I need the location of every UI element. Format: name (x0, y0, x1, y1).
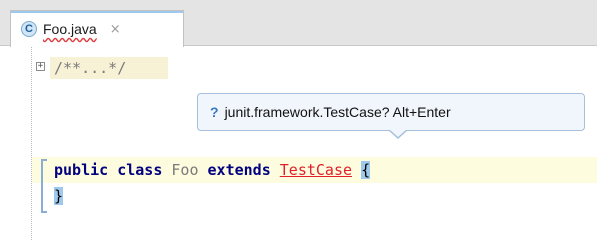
import-hint-tooltip[interactable]: ? junit.framework.TestCase? Alt+Enter (197, 93, 585, 139)
gutter-divider (31, 47, 32, 240)
folded-doc-comment[interactable]: /**...*/ (50, 57, 168, 79)
import-hint-text: junit.framework.TestCase? Alt+Enter (224, 104, 451, 120)
keyword-class: class (117, 161, 163, 179)
java-class-icon: C (21, 21, 37, 37)
code-line-closing-brace[interactable]: } (54, 183, 64, 209)
question-icon: ? (210, 104, 219, 120)
unresolved-symbol-testcase[interactable]: TestCase (280, 161, 352, 179)
keyword-public: public (54, 161, 109, 179)
tooltip-pointer (388, 129, 408, 139)
open-brace: { (361, 161, 371, 179)
tab-foo-java[interactable]: C Foo.java × (10, 10, 184, 47)
expand-fold-icon[interactable]: + (36, 62, 45, 71)
code-line-class-declaration[interactable]: public class Foo extends TestCase { (54, 157, 371, 183)
code-editor[interactable]: + /**...*/ ? junit.framework.TestCase? A… (0, 47, 597, 240)
tab-active-indicator (11, 11, 183, 13)
matched-brace-scope (41, 159, 47, 213)
tab-title[interactable]: Foo.java (43, 21, 97, 37)
keyword-extends: extends (207, 161, 271, 179)
close-icon[interactable]: × (110, 22, 121, 37)
editor-tab-bar: C Foo.java × (0, 0, 597, 47)
class-name: Foo (171, 161, 199, 179)
close-brace: } (54, 187, 64, 205)
